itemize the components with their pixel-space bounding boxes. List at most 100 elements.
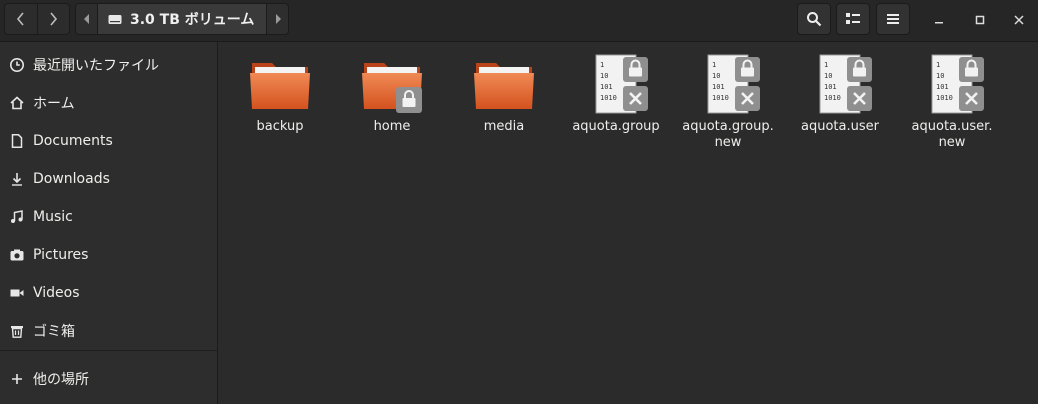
maximize-button[interactable] bbox=[969, 9, 991, 31]
maximize-icon bbox=[975, 15, 985, 25]
svg-text:10: 10 bbox=[600, 72, 608, 80]
svg-text:101: 101 bbox=[824, 83, 837, 91]
svg-text:1010: 1010 bbox=[936, 94, 953, 102]
svg-text:101: 101 bbox=[936, 83, 949, 91]
sidebar-separator bbox=[0, 350, 217, 351]
file-name: aquota.group bbox=[572, 119, 660, 134]
navigation-group bbox=[4, 3, 70, 35]
svg-text:1: 1 bbox=[600, 61, 604, 69]
header-bar: 3.0 TB ボリューム bbox=[0, 0, 1038, 42]
plus-icon bbox=[9, 371, 25, 387]
unreadable-icon bbox=[623, 86, 648, 111]
folder-icon bbox=[472, 53, 536, 117]
path-scroll-left-button[interactable] bbox=[76, 4, 98, 34]
minimize-icon bbox=[935, 22, 943, 24]
file-name: media bbox=[483, 119, 525, 134]
binary-file-icon: 1 10 101 1010 bbox=[920, 53, 984, 117]
binary-file-icon: 1 10 101 1010 bbox=[696, 53, 760, 117]
location-label: 3.0 TB ボリューム bbox=[130, 12, 255, 28]
file-item-aquota-user[interactable]: 1 10 101 1010 aquota.user bbox=[786, 53, 894, 135]
view-options-button[interactable] bbox=[836, 3, 870, 35]
svg-text:101: 101 bbox=[712, 83, 725, 91]
path-bar: 3.0 TB ボリューム bbox=[75, 3, 289, 35]
sidebar-item-label: Music bbox=[33, 209, 73, 225]
sidebar-item-label: Documents bbox=[33, 133, 113, 149]
triangle-right-icon bbox=[275, 14, 281, 24]
music-icon bbox=[9, 209, 25, 225]
file-item-home[interactable]: home bbox=[338, 53, 446, 135]
sidebar-item-label: ゴミ箱 bbox=[33, 324, 75, 340]
sidebar-item-documents[interactable]: Documents bbox=[0, 123, 217, 159]
path-scroll-right-button[interactable] bbox=[266, 4, 288, 34]
file-item-media[interactable]: media bbox=[450, 53, 558, 135]
close-button[interactable] bbox=[1008, 9, 1030, 31]
sidebar-item-pictures[interactable]: Pictures bbox=[0, 237, 217, 273]
search-icon bbox=[807, 12, 822, 27]
lock-icon bbox=[735, 57, 760, 82]
file-name: aquota.user bbox=[801, 119, 879, 134]
search-button[interactable] bbox=[797, 3, 831, 35]
menu-button[interactable] bbox=[876, 3, 910, 35]
back-button[interactable] bbox=[5, 4, 37, 34]
folder-icon bbox=[248, 53, 312, 117]
sidebar-item-label: Pictures bbox=[33, 247, 89, 263]
path-crumb-volume[interactable]: 3.0 TB ボリューム bbox=[98, 4, 266, 34]
svg-text:1010: 1010 bbox=[712, 94, 729, 102]
lock-icon bbox=[847, 57, 872, 82]
sidebar-item-other-locations[interactable]: 他の場所 bbox=[0, 361, 217, 397]
file-item-backup[interactable]: backup bbox=[226, 53, 334, 135]
lock-icon bbox=[396, 87, 422, 113]
trash-icon bbox=[9, 323, 25, 339]
svg-text:1: 1 bbox=[712, 61, 716, 69]
svg-text:10: 10 bbox=[936, 72, 944, 80]
sidebar-item-label: ホーム bbox=[33, 96, 75, 112]
file-item-aquota-user-new[interactable]: 1 10 101 1010 aquota.user. new bbox=[898, 53, 1006, 151]
sidebar-item-label: Downloads bbox=[33, 171, 110, 187]
file-name: aquota.group. new bbox=[682, 119, 774, 150]
sidebar-item-trash[interactable]: ゴミ箱 bbox=[0, 313, 217, 349]
home-icon bbox=[9, 95, 25, 111]
hamburger-menu-icon bbox=[887, 14, 899, 24]
lock-icon bbox=[623, 57, 648, 82]
sidebar-item-label: Videos bbox=[33, 285, 80, 301]
drive-icon bbox=[108, 13, 122, 25]
sidebar-item-label: 最近開いたファイル bbox=[33, 58, 159, 74]
sidebar: 最近開いたファイル ホーム Documents Downloads Music … bbox=[0, 42, 218, 404]
svg-text:10: 10 bbox=[712, 72, 720, 80]
sidebar-item-videos[interactable]: Videos bbox=[0, 275, 217, 311]
chevron-right-icon bbox=[50, 12, 58, 26]
folder-icon bbox=[360, 53, 424, 117]
minimize-button[interactable] bbox=[928, 9, 950, 31]
svg-text:101: 101 bbox=[600, 83, 613, 91]
svg-text:1: 1 bbox=[936, 61, 940, 69]
sidebar-item-recent[interactable]: 最近開いたファイル bbox=[0, 47, 217, 83]
camera-icon bbox=[9, 247, 25, 263]
document-icon bbox=[9, 133, 25, 149]
file-item-aquota-group-new[interactable]: 1 10 101 1010 aquota.group. new bbox=[674, 53, 782, 151]
forward-button[interactable] bbox=[36, 4, 70, 34]
download-icon bbox=[9, 171, 25, 187]
sidebar-item-music[interactable]: Music bbox=[0, 199, 217, 235]
sidebar-item-home[interactable]: ホーム bbox=[0, 85, 217, 121]
clock-icon bbox=[9, 57, 25, 73]
chevron-left-icon bbox=[16, 12, 24, 26]
binary-file-icon: 1 10 101 1010 bbox=[584, 53, 648, 117]
lock-icon bbox=[959, 57, 984, 82]
sidebar-item-downloads[interactable]: Downloads bbox=[0, 161, 217, 197]
close-icon bbox=[1014, 15, 1024, 25]
svg-text:10: 10 bbox=[824, 72, 832, 80]
sidebar-item-label: 他の場所 bbox=[33, 372, 89, 388]
file-name: home bbox=[373, 119, 411, 134]
unreadable-icon bbox=[959, 86, 984, 111]
unreadable-icon bbox=[847, 86, 872, 111]
view-options-icon bbox=[846, 13, 860, 24]
binary-file-icon: 1 10 101 1010 bbox=[808, 53, 872, 117]
file-name: backup bbox=[256, 119, 304, 134]
svg-text:1010: 1010 bbox=[824, 94, 841, 102]
file-item-aquota-group[interactable]: 1 10 101 1010 aquota.group bbox=[562, 53, 670, 135]
video-icon bbox=[9, 285, 25, 301]
svg-text:1010: 1010 bbox=[600, 94, 617, 102]
triangle-left-icon bbox=[83, 14, 89, 24]
file-view: backup home media 1 10 101 1010 aquota.g… bbox=[219, 42, 1038, 404]
svg-text:1: 1 bbox=[824, 61, 828, 69]
